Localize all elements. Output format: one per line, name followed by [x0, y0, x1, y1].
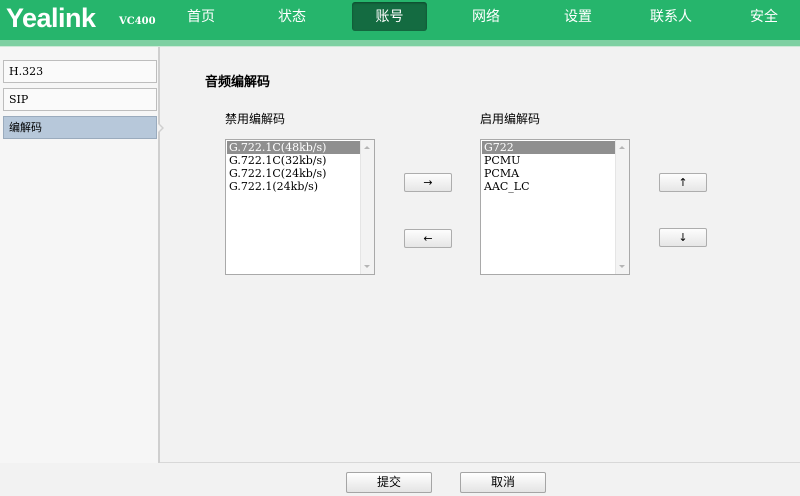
enabled-codecs-label: 启用编解码	[480, 112, 541, 126]
move-up-button[interactable]: ↑	[659, 173, 707, 192]
nav-tab-label: 安全	[750, 9, 778, 25]
scroll-down-icon[interactable]	[364, 265, 370, 268]
footer-divider	[160, 462, 800, 463]
list-item[interactable]: AAC_LC	[482, 180, 615, 193]
nav-tab-label: 首页	[187, 9, 215, 25]
yealink-logo: Yealink	[6, 3, 96, 33]
nav-tab-status[interactable]: 状态	[267, 0, 317, 40]
sidebar-item-codec[interactable]: 编解码	[3, 116, 157, 139]
sidebar-active-pointer	[157, 122, 164, 134]
sidebar: H.323 SIP 编解码	[0, 47, 160, 463]
top-nav-bar: Yealink VC400 首页 状态 账号 网络 设置 联系人 安全	[0, 0, 800, 40]
listbox-scrollbar[interactable]	[615, 140, 629, 274]
nav-tab-label: 设置	[564, 9, 592, 25]
disabled-codecs-label: 禁用编解码	[225, 112, 286, 126]
list-item[interactable]: PCMA	[482, 167, 615, 180]
section-title: 音频编解码	[205, 75, 271, 90]
sidebar-item-label: H.323	[9, 65, 44, 78]
list-item[interactable]: PCMU	[482, 154, 615, 167]
nav-tab-security[interactable]: 安全	[739, 0, 789, 40]
listbox-scrollbar[interactable]	[360, 140, 374, 274]
nav-tab-label: 联系人	[650, 9, 692, 25]
nav-tab-contacts[interactable]: 联系人	[640, 0, 702, 40]
scroll-up-icon[interactable]	[619, 146, 625, 149]
nav-tab-home[interactable]: 首页	[176, 0, 226, 40]
nav-tab-label: 账号	[375, 9, 404, 25]
nav-tab-network[interactable]: 网络	[461, 0, 511, 40]
list-item[interactable]: G.722.1(24kb/s)	[227, 180, 360, 193]
sidebar-item-h323[interactable]: H.323	[3, 60, 157, 83]
sidebar-item-label: 编解码	[9, 121, 42, 134]
sidebar-item-sip[interactable]: SIP	[3, 88, 157, 111]
move-left-button[interactable]: ←	[404, 229, 452, 248]
nav-tab-label: 网络	[472, 9, 500, 25]
move-down-button[interactable]: ↓	[659, 228, 707, 247]
list-item[interactable]: G.722.1C(32kb/s)	[227, 154, 360, 167]
cancel-button[interactable]: 取消	[460, 472, 546, 493]
nav-subbar	[0, 40, 800, 47]
nav-tab-settings[interactable]: 设置	[553, 0, 603, 40]
submit-button[interactable]: 提交	[346, 472, 432, 493]
sidebar-item-label: SIP	[9, 93, 29, 106]
nav-tab-label: 状态	[278, 9, 306, 25]
nav-tab-account[interactable]: 账号	[352, 0, 427, 40]
disabled-codecs-listbox[interactable]: G.722.1C(48kb/s) G.722.1C(32kb/s) G.722.…	[225, 139, 375, 275]
list-item[interactable]: G.722.1C(24kb/s)	[227, 167, 360, 180]
scroll-up-icon[interactable]	[364, 146, 370, 149]
list-item[interactable]: G.722.1C(48kb/s)	[227, 141, 360, 154]
enabled-codecs-listbox[interactable]: G722 PCMU PCMA AAC_LC	[480, 139, 630, 275]
model-label: VC400	[119, 16, 156, 27]
list-item[interactable]: G722	[482, 141, 615, 154]
move-right-button[interactable]: →	[404, 173, 452, 192]
scroll-down-icon[interactable]	[619, 265, 625, 268]
